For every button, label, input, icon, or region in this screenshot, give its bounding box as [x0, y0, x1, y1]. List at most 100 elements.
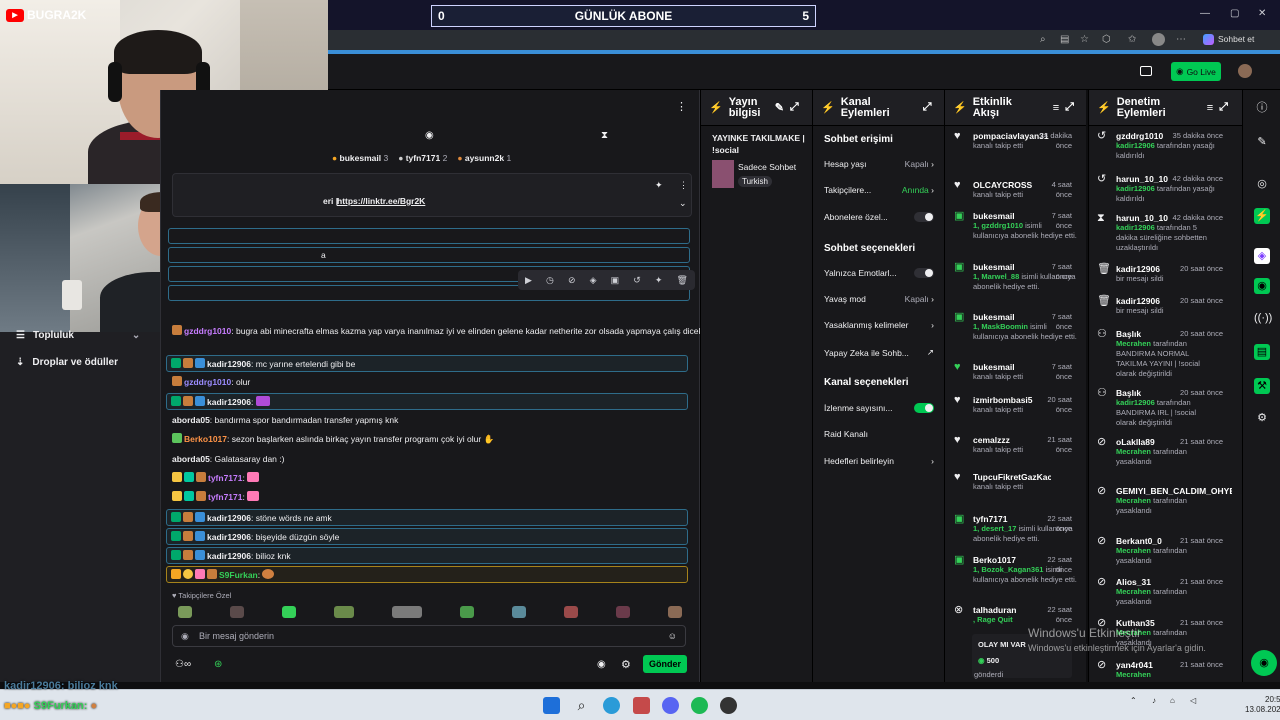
points-icon[interactable]: ⚇∞ [175, 659, 191, 670]
activity-item[interactable]: ♥ izmirbombasi5 kanalı takip etti 20 saat ö… [954, 395, 1078, 415]
moderation-item[interactable]: 🗑 kadir12906 bir mesajı sildi 20 saat önce [1097, 264, 1229, 284]
moderator-name[interactable]: kadir12906 [1116, 398, 1155, 407]
activity-item[interactable]: ▣ bukesmail 1, Marwel_88 isimli kullanıcıy… [954, 262, 1078, 292]
chat-username[interactable]: kadir12906 [207, 551, 251, 561]
filter-icon[interactable]: ≡ [1053, 102, 1059, 114]
chat-message[interactable]: kadir12906: bilioz knk [166, 547, 688, 564]
hourglass-icon[interactable]: ⧗ [601, 130, 608, 141]
send-button[interactable]: Gönder [643, 655, 687, 673]
moderator-name[interactable]: kadir12906 [1116, 184, 1155, 193]
emote-icon[interactable] [282, 606, 296, 618]
activity-recipient[interactable]: 1, desert_17 [973, 524, 1016, 533]
extensions-icon[interactable]: ⬡ [1102, 34, 1111, 45]
chat-bubble-icon[interactable]: ◉ [597, 659, 606, 670]
chat-message[interactable]: kadir12906: mc yarıne ertelendi gibi be [166, 355, 688, 372]
moderation-item[interactable]: ⊘ Alios_31 Mecrahen tarafından yasaklandı 2… [1097, 577, 1229, 607]
edit-icon[interactable]: ✎ [1254, 134, 1270, 150]
chat-username[interactable]: kadir12906 [207, 397, 251, 407]
setting-ai-chat[interactable]: Yapay Zeka ile Sohb... ↗ [824, 347, 934, 358]
bits-icon[interactable]: ◉ [181, 626, 189, 646]
toggle-switch[interactable] [914, 268, 934, 278]
setting-account-age[interactable]: Hesap yaşı Kapalı › [824, 159, 934, 169]
emote-icon[interactable] [668, 606, 682, 618]
moderation-item[interactable]: ⚇ Başlık kadir12906 tarafından BANDIRMA IR… [1097, 388, 1229, 428]
chat-menu-icon[interactable]: ⋮ [676, 100, 687, 113]
zoom-icon[interactable]: ⌕ [1040, 34, 1046, 45]
pinned-menu-icon[interactable]: ⋮ [679, 180, 688, 191]
chevron-up-icon[interactable]: ⌃ [1130, 696, 1137, 705]
activity-item[interactable]: ♥ OLCAYCROSS kanalı takip etti 4 saat önce [954, 180, 1078, 200]
start-icon[interactable] [543, 697, 560, 714]
play-icon[interactable]: ▶ [525, 275, 532, 286]
gear-icon[interactable]: ⚙ [621, 658, 631, 671]
channel-points-icon[interactable]: ⊛ [214, 659, 222, 670]
chat-username[interactable]: gzddrg1010 [184, 377, 231, 387]
top-chatter[interactable]: ● aysunn2k 1 [457, 153, 511, 163]
discord-icon[interactable] [662, 697, 679, 714]
setting-view-count[interactable]: İzlenme sayısını... [824, 403, 934, 413]
moderator-name[interactable]: Mecrahen [1116, 339, 1151, 348]
emote-picker-icon[interactable]: ☺ [668, 626, 677, 646]
nav-item-community[interactable]: ☰ Topluluk ⌄ [16, 330, 140, 341]
chat-message[interactable]: S9Furkan: [166, 566, 688, 583]
popout-icon[interactable]: ⤢ [923, 101, 932, 114]
undo-icon[interactable]: ↺ [633, 275, 641, 286]
moderation-item[interactable]: ⊘ oLaklla89 Mecrahen tarafından yasaklandı… [1097, 437, 1229, 467]
chat-username[interactable]: S9Furkan [219, 570, 258, 580]
setting-emote-only[interactable]: Yalnızca Emotlarl... [824, 268, 934, 278]
activity-item[interactable]: ▣ Berko1017 1, Bozok_Kagan361 isimli kulla… [954, 555, 1078, 585]
activity-item[interactable]: ♥ TupcuFikretGazKacagiVarkanalı takip ett… [954, 472, 1078, 492]
toggle-switch[interactable] [914, 403, 934, 413]
go-live-button[interactable]: ◉ Go Live [1171, 62, 1221, 81]
more-icon[interactable]: ⋯ [1176, 34, 1186, 45]
obs-icon[interactable] [720, 697, 737, 714]
setting-goals[interactable]: Hedefleri belirleyin › [824, 456, 934, 466]
list-icon[interactable]: ▤ [1254, 344, 1270, 360]
emote-icon[interactable] [616, 606, 630, 618]
activity-recipient[interactable]: 1, Bozok_Kagan361 [973, 565, 1043, 574]
nav-item-drops[interactable]: ⇣ Droplar ve ödüller [16, 357, 118, 368]
setting-slow-mode[interactable]: Yavaş mod Kapalı › [824, 294, 934, 304]
broadcast-icon[interactable]: ((·)) [1254, 310, 1272, 326]
chat-message[interactable]: kadir12906: bişeyide düzgün söyle [166, 528, 688, 545]
activity-item[interactable]: ▣ bukesmail 1, MaskBoomin isimli kullanıcı… [954, 312, 1078, 342]
emote-icon[interactable] [178, 606, 192, 618]
activity-recipient[interactable]: 1, MaskBoomin [973, 322, 1028, 331]
toggle-switch[interactable] [914, 212, 934, 222]
network-icon[interactable]: ⌂ [1170, 696, 1175, 705]
timeout-icon[interactable]: ◷ [546, 275, 554, 286]
moderation-item[interactable]: ⧗ harun_10_10 kadir12906 tarafından 5 daki… [1097, 213, 1229, 253]
moderation-item[interactable]: ⊘ Berkant0_0 Mecrahen tarafından yasakland… [1097, 536, 1229, 566]
emote-icon[interactable] [564, 606, 578, 618]
moderation-item[interactable]: ⚇ Başlık Mecrahen tarafından BANDIRMA NORM… [1097, 329, 1229, 379]
lightning-icon[interactable]: ⚡ [1254, 208, 1270, 224]
settings-icon[interactable]: ⚙ [1254, 410, 1270, 426]
ban-icon[interactable]: ⊘ [568, 275, 576, 286]
chat-username[interactable]: tyfn7171 [208, 473, 243, 483]
moderator-name[interactable]: Mecrahen [1116, 670, 1151, 679]
moderation-item[interactable]: ⊘GEMIYI_BEN_CALDIM_OHYEAHMecrahen tarafı… [1097, 486, 1232, 516]
chat-username[interactable]: kadir12906 [207, 359, 251, 369]
moderation-item[interactable]: ↺ gzddrg1010 kadir12906 tarafından yasağı … [1097, 131, 1229, 161]
setting-followers[interactable]: Takipçilere... Anında › [824, 185, 934, 195]
moderator-name[interactable]: Mecrahen [1116, 447, 1151, 456]
chat-username[interactable]: gzddrg1010 [184, 326, 231, 336]
activity-recipient[interactable]: 1, gzddrg1010 [973, 221, 1023, 230]
twitch-icon[interactable]: ◈ [1254, 248, 1270, 264]
chat-input[interactable]: ◉ Bir mesaj gönderin ☺ [172, 625, 686, 647]
activity-item[interactable]: ♥ pompaciavlayan31 kanalı takip etti 24 dak… [954, 131, 1078, 151]
chat-username[interactable]: tyfn7171 [208, 492, 243, 502]
activity-item[interactable]: ♥ bukesmail kanalı takip etti 7 saat önce [954, 362, 1078, 382]
chevron-down-icon[interactable]: ⌄ [679, 198, 687, 209]
volume-icon[interactable]: ◁ [1190, 696, 1196, 705]
tag-chip[interactable]: Turkish [738, 176, 772, 187]
close-icon[interactable]: ✕ [1258, 8, 1266, 19]
popout-icon[interactable]: ⤢ [1219, 101, 1228, 114]
top-chatter[interactable]: ● tyfn7171 2 [398, 153, 447, 163]
activity-item[interactable]: ▣ tyfn7171 1, desert_17 isimli kullanıcıya… [954, 514, 1078, 544]
chat-username[interactable]: kadir12906 [207, 532, 251, 542]
activity-user[interactable]: TupcuFikretGazKacagiVar [973, 472, 1051, 482]
moderation-item[interactable]: ↺ harun_10_10 kadir12906 tarafından yasağı… [1097, 174, 1229, 204]
spotify-icon[interactable] [691, 697, 708, 714]
emote-icon[interactable] [392, 606, 422, 618]
